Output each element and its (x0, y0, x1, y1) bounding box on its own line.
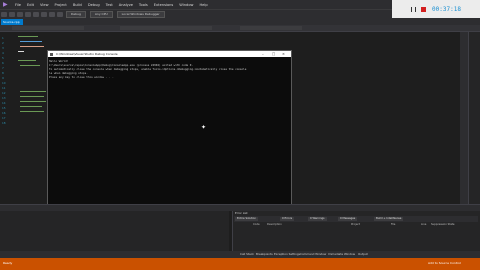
column-header-file[interactable]: File (391, 223, 395, 226)
menu-window[interactable]: Window (176, 3, 196, 7)
forward-icon[interactable] (9, 12, 15, 17)
menu-extensions[interactable]: Extensions (151, 3, 177, 7)
code-editor[interactable] (18, 36, 48, 118)
tab-command-window[interactable]: Command Window (300, 252, 326, 256)
bottom-tool-tabs: Call Stack Breakpoints Exception Setting… (0, 251, 480, 258)
menu-build[interactable]: Build (70, 3, 85, 7)
menu-file[interactable]: File (12, 3, 24, 7)
console-title: C:\Windows\Visual Studio Debug Console (55, 52, 118, 56)
tab-immediate-window[interactable]: Immediate Window (328, 252, 355, 256)
run-debugger-button[interactable]: Local Windows Debugger (116, 11, 165, 18)
console-line: Press any key to close this window . . . (49, 75, 114, 79)
platform-dropdown[interactable]: Any CPU (89, 11, 113, 18)
solution-explorer-collapsed[interactable] (460, 32, 468, 204)
line-number-gutter: 1 2 3 4 5 6 7 8 9 10 11 12 13 14 15 16 1… (0, 32, 13, 204)
pause-icon[interactable] (411, 6, 417, 12)
editor-scrollbar[interactable] (468, 32, 480, 204)
editor-status-strip (0, 204, 480, 211)
save-icon[interactable] (33, 12, 39, 17)
error-list-panel: Error List Entire Solution 0 Errors 0 Wa… (232, 211, 480, 251)
tab-call-stack[interactable]: Call Stack (240, 252, 254, 256)
console-icon (50, 52, 53, 56)
autos-panel (0, 211, 229, 251)
solution-filter-dropdown[interactable]: Entire Solution (235, 217, 259, 221)
messages-filter-button[interactable]: 0 Messages (338, 217, 358, 221)
source-control-button[interactable]: Add to Source Control (428, 261, 461, 265)
column-header-line[interactable]: Line (421, 223, 426, 226)
back-icon[interactable] (1, 12, 7, 17)
recording-timer: 00:37:18 (432, 5, 461, 13)
redo-icon[interactable] (57, 12, 63, 17)
config-dropdown[interactable]: Debug (66, 11, 86, 18)
maximize-icon[interactable]: □ (272, 51, 275, 57)
scope-nav-dropdown[interactable] (120, 26, 212, 30)
tab-exception-settings[interactable]: Exception Settings (274, 252, 300, 256)
new-file-icon[interactable] (17, 12, 23, 17)
column-header-description[interactable]: Description (267, 223, 282, 226)
project-nav-dropdown[interactable] (12, 26, 84, 30)
menu-test[interactable]: Test (103, 3, 116, 7)
minimize-icon[interactable]: – (262, 51, 264, 57)
menu-help[interactable]: Help (196, 3, 210, 7)
menu-analyze[interactable]: Analyze (116, 3, 136, 7)
undo-icon[interactable] (49, 12, 55, 17)
member-nav-dropdown[interactable] (240, 26, 302, 30)
close-icon[interactable]: × (282, 51, 285, 57)
column-header-code[interactable]: Code (253, 223, 260, 226)
status-bar: Ready Add to Source Control (0, 258, 480, 270)
tab-breakpoints[interactable]: Breakpoints (256, 252, 273, 256)
stop-icon[interactable] (421, 6, 427, 12)
screen-recorder-widget: 00:37:18 (392, 0, 480, 18)
column-header-project[interactable]: Project (351, 223, 360, 226)
menu-tools[interactable]: Tools (136, 3, 151, 7)
save-all-icon[interactable] (41, 12, 47, 17)
console-title-bar[interactable]: C:\Windows\Visual Studio Debug Console –… (48, 51, 291, 57)
error-list-filter-bar: Entire Solution 0 Errors 0 Warnings 0 Me… (234, 216, 478, 222)
open-icon[interactable] (25, 12, 31, 17)
mouse-cursor-icon: ✦ (201, 124, 207, 131)
column-header-suppression-state[interactable]: Suppression State (431, 223, 455, 226)
status-text: Ready (3, 261, 13, 265)
build-filter-dropdown[interactable]: Build + IntelliSense (374, 217, 404, 221)
errors-filter-button[interactable]: 0 Errors (280, 217, 295, 221)
visual-studio-logo-icon: ▶ (3, 1, 8, 8)
menu-edit[interactable]: Edit (24, 3, 37, 7)
warnings-filter-button[interactable]: 0 Warnings (308, 217, 327, 221)
tab-output[interactable]: Output (358, 252, 368, 256)
navigation-bar (0, 25, 480, 32)
debug-console-window[interactable]: C:\Windows\Visual Studio Debug Console –… (47, 50, 292, 210)
menu-debug[interactable]: Debug (85, 3, 103, 7)
menu-view[interactable]: View (37, 3, 52, 7)
menu-project[interactable]: Project (52, 3, 70, 7)
